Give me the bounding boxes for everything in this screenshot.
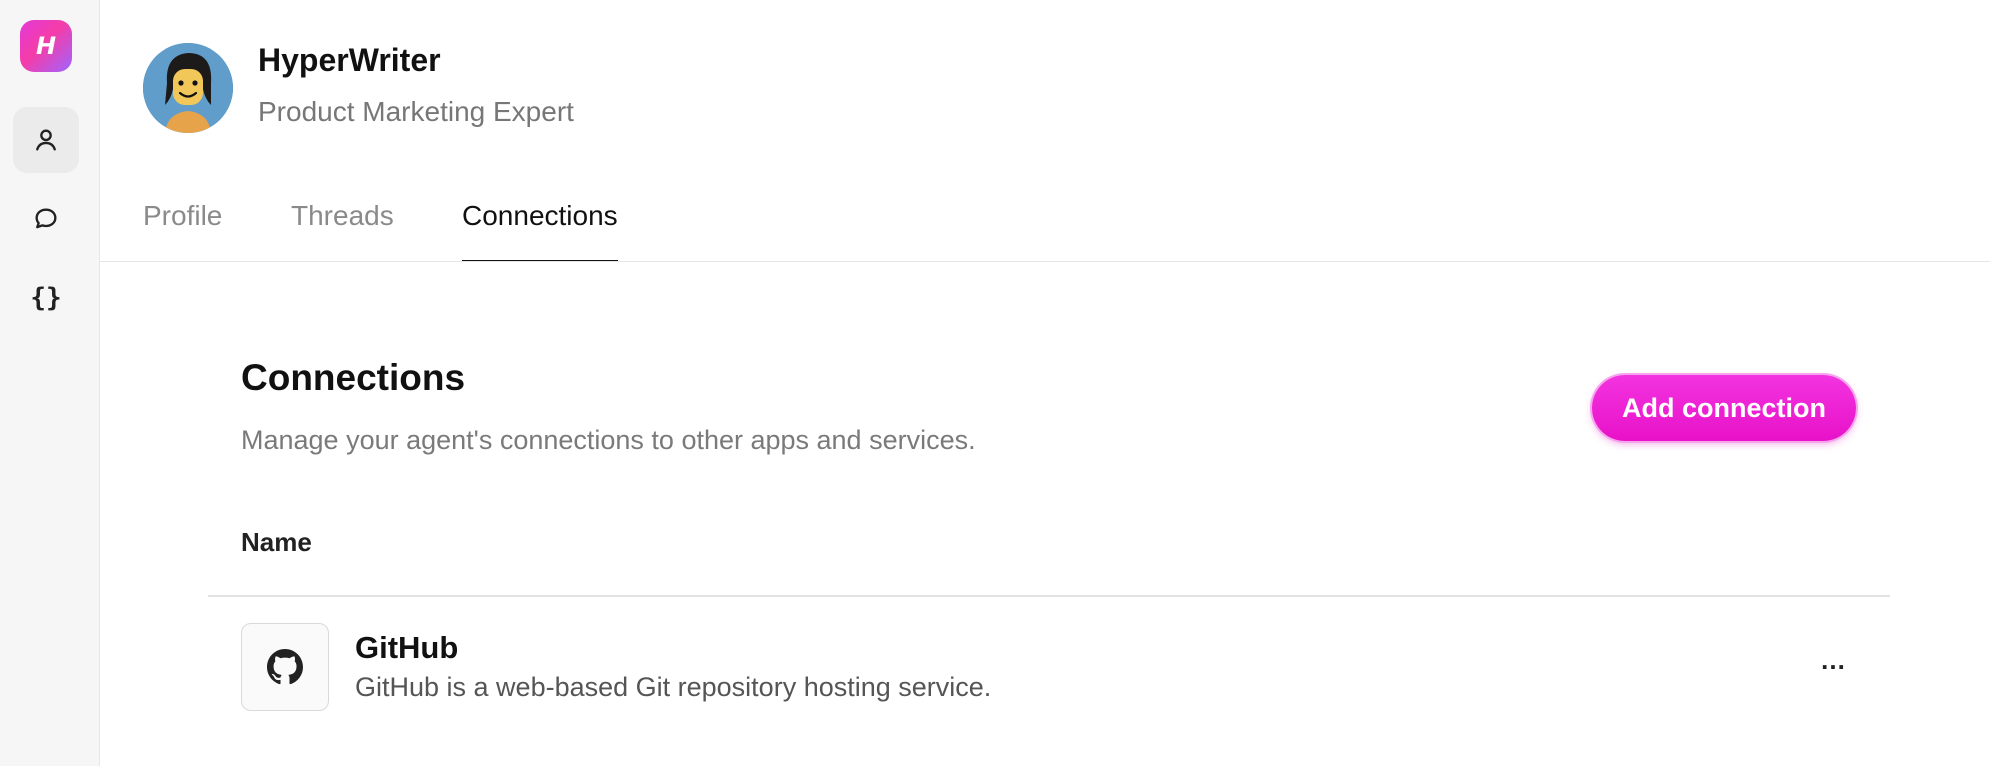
table-row[interactable]: GitHub GitHub is a web-based Git reposit…	[208, 600, 1890, 720]
more-options-icon[interactable]: …	[1808, 640, 1858, 680]
connection-description: GitHub is a web-based Git repository hos…	[355, 672, 992, 702]
chat-bubble-icon	[35, 208, 57, 229]
logo-letter: H	[35, 32, 57, 60]
code-braces-icon: {}	[30, 283, 62, 313]
user-icon	[36, 129, 56, 151]
sidebar-item-code[interactable]: {}	[13, 265, 79, 331]
agent-role: Product Marketing Expert	[258, 96, 574, 127]
app-logo[interactable]: H	[20, 20, 72, 72]
add-connection-button[interactable]: Add connection	[1592, 375, 1856, 441]
connection-name: GitHub	[355, 630, 459, 665]
github-icon	[267, 649, 303, 685]
tab-profile[interactable]: Profile	[143, 200, 222, 262]
tabs-divider	[100, 261, 1990, 262]
table-divider	[208, 595, 1890, 597]
avatar	[143, 43, 233, 133]
section-description: Manage your agent's connections to other…	[241, 425, 976, 455]
connection-icon-box	[241, 623, 329, 711]
column-header-name: Name	[241, 527, 312, 557]
tab-threads[interactable]: Threads	[291, 200, 394, 262]
app-root: H {} HyperWriter Product Marketing Exper…	[0, 0, 1990, 766]
agent-name: HyperWriter	[258, 42, 441, 78]
sidebar-item-profile[interactable]	[13, 107, 79, 173]
sidebar: H {}	[0, 0, 100, 766]
avatar-image	[143, 43, 233, 133]
sidebar-item-threads[interactable]	[13, 186, 79, 252]
section-title: Connections	[241, 357, 466, 398]
tab-connections[interactable]: Connections	[462, 200, 618, 262]
